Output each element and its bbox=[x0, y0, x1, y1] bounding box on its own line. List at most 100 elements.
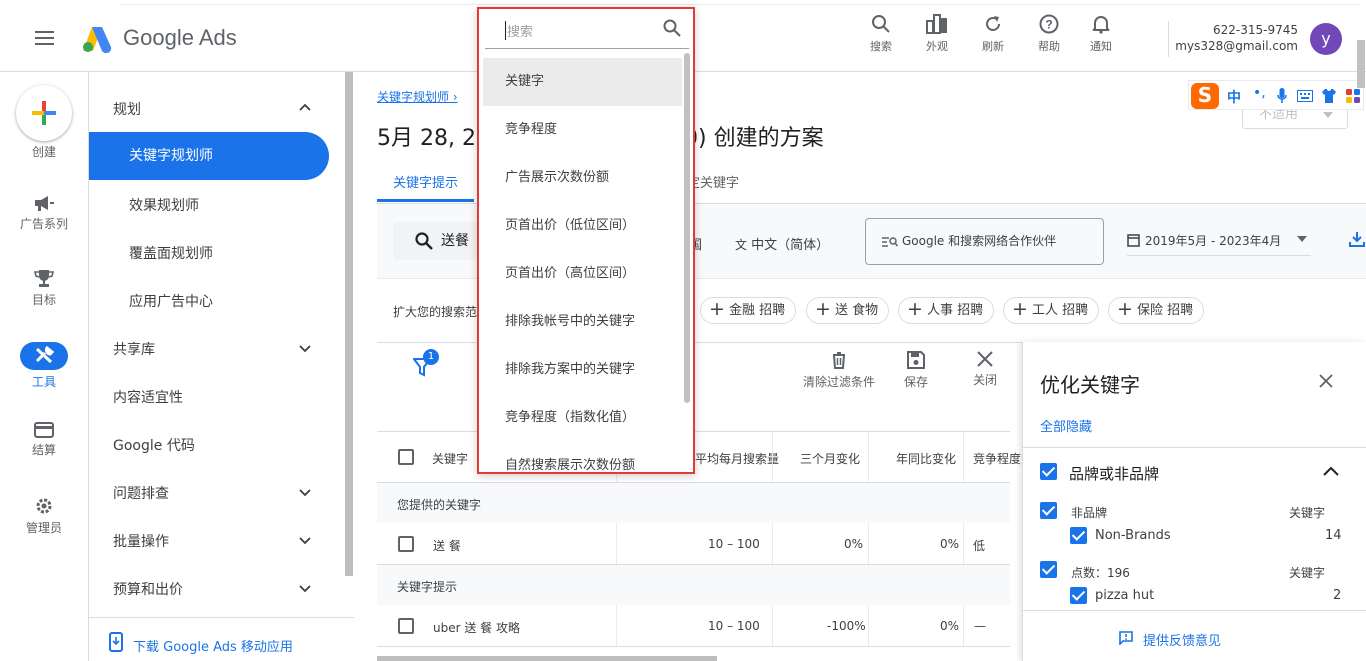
rail-billing[interactable]: 结算 bbox=[0, 422, 88, 458]
dropdown-item[interactable]: 页首出价（低位区间） bbox=[483, 202, 682, 250]
dropdown-item[interactable]: 广告展示次数份额 bbox=[483, 154, 682, 202]
close-filters-button[interactable]: 关闭 bbox=[973, 351, 997, 388]
col-divider bbox=[616, 605, 617, 646]
dropdown-item[interactable]: 页首出价（高位区间） bbox=[483, 250, 682, 298]
nav-scrollbar[interactable] bbox=[345, 72, 353, 576]
avatar[interactable]: y bbox=[1310, 23, 1342, 55]
header-appearance-label: 外观 bbox=[926, 40, 948, 53]
non-brand-label: 非品牌 bbox=[1071, 506, 1108, 520]
date-range-selector[interactable]: 2019年5月 - 2023年4月 bbox=[1127, 232, 1311, 256]
keyboard-icon[interactable] bbox=[1297, 90, 1313, 102]
col-keyword[interactable]: 关键字 bbox=[432, 450, 468, 467]
download-app-link[interactable]: 下载 Google Ads 移动应用 bbox=[89, 617, 354, 661]
suggestion-chip[interactable]: 金融 招聘 bbox=[700, 297, 797, 324]
brand-section-checkbox[interactable] bbox=[1040, 463, 1057, 480]
col-divider bbox=[963, 432, 964, 482]
microphone-icon[interactable] bbox=[1277, 88, 1287, 104]
header-appearance-button[interactable]: 外观 bbox=[912, 14, 962, 54]
save-button[interactable]: 保存 bbox=[904, 351, 928, 390]
dropdown-item[interactable]: 竞争程度 bbox=[483, 106, 682, 154]
non-brands-label: Non-Brands bbox=[1095, 528, 1171, 543]
header-refresh-button[interactable]: 刷新 bbox=[968, 14, 1018, 54]
col-avg-searches[interactable]: 平均每月搜索量 bbox=[695, 450, 779, 467]
account-info[interactable]: 622-315-9745 mys328@gmail.com bbox=[1175, 22, 1298, 54]
skin-shirt-icon[interactable] bbox=[1321, 88, 1337, 104]
nav-budgets-bids[interactable]: 预算和出价 bbox=[113, 579, 183, 599]
ime-punct-icon[interactable]: •, bbox=[1253, 85, 1266, 101]
chevron-up-icon[interactable] bbox=[299, 102, 311, 114]
suggestion-chip[interactable]: 工人 招聘 bbox=[1003, 297, 1100, 324]
table-row[interactable]: 送 餐 10 – 100 0% 0% 低 bbox=[377, 523, 1010, 565]
select-all-checkbox[interactable] bbox=[398, 449, 414, 465]
dropdown-item[interactable]: 排除我帐号中的关键字 bbox=[483, 298, 682, 346]
col-yoy[interactable]: 年同比变化 bbox=[896, 450, 956, 467]
dropdown-search-input[interactable]: 搜索 bbox=[485, 9, 689, 49]
nav-planning[interactable]: 规划 bbox=[113, 99, 141, 119]
clear-filters-button[interactable]: 清除过滤条件 bbox=[803, 351, 875, 390]
dropdown-arrow-icon bbox=[1323, 112, 1333, 118]
feedback-link[interactable]: 提供反馈意见 bbox=[1119, 630, 1221, 649]
chevron-down-icon[interactable] bbox=[299, 342, 311, 354]
nav-content-suitability[interactable]: 内容适宜性 bbox=[113, 387, 183, 407]
suggestion-chip[interactable]: 人事 招聘 bbox=[898, 297, 995, 324]
row-checkbox[interactable] bbox=[398, 618, 414, 634]
apps-grid-icon[interactable] bbox=[1345, 88, 1361, 104]
rail-admin[interactable]: 管理员 bbox=[0, 496, 88, 536]
create-button[interactable] bbox=[16, 85, 72, 141]
hide-all-link[interactable]: 全部隐藏 bbox=[1040, 416, 1092, 435]
feedback-icon bbox=[1119, 631, 1133, 645]
dropdown-item[interactable]: 关键字 bbox=[483, 58, 682, 106]
rail-tools[interactable]: 工具 bbox=[0, 342, 88, 390]
points-checkbox[interactable] bbox=[1040, 561, 1057, 578]
rail-campaigns[interactable]: 广告系列 bbox=[0, 194, 88, 232]
row-checkbox[interactable] bbox=[398, 536, 414, 552]
search-icon bbox=[663, 19, 681, 37]
nav-troubleshooting[interactable]: 问题排查 bbox=[113, 483, 169, 503]
rail-goals[interactable]: 目标 bbox=[0, 268, 88, 308]
tab-keyword-ideas[interactable]: 关键字提示 bbox=[377, 172, 475, 202]
menu-icon[interactable] bbox=[35, 31, 54, 45]
chevron-up-icon[interactable] bbox=[1323, 466, 1339, 476]
col-competition[interactable]: 竞争程度 bbox=[973, 450, 1021, 467]
ime-toolbar[interactable]: S 中 •, bbox=[1188, 80, 1364, 110]
breadcrumb[interactable]: 关键字规划师 › bbox=[377, 88, 458, 105]
nav-shared-library[interactable]: 共享库 bbox=[113, 339, 155, 359]
table-horizontal-scrollbar[interactable] bbox=[377, 656, 717, 661]
side-nav: 规划 关键字规划师 效果规划师 覆盖面规划师 应用广告中心 共享库 内容适宜性 … bbox=[89, 72, 354, 661]
header-notifications-button[interactable]: 通知 bbox=[1076, 14, 1126, 54]
close-icon[interactable] bbox=[1319, 374, 1333, 388]
nav-app-center[interactable]: 应用广告中心 bbox=[129, 291, 213, 311]
non-brands-checkbox[interactable] bbox=[1070, 527, 1087, 544]
download-icon[interactable] bbox=[1349, 231, 1365, 247]
panel-divider bbox=[1023, 610, 1366, 611]
col-three-month[interactable]: 三个月变化 bbox=[800, 450, 860, 467]
dropdown-scrollbar[interactable] bbox=[684, 53, 690, 403]
header-search-button[interactable]: 搜索 bbox=[856, 14, 906, 54]
dropdown-item[interactable]: 自然搜索展示次数份额 bbox=[483, 442, 682, 472]
header-divider bbox=[1168, 21, 1169, 57]
nav-keyword-planner[interactable]: 关键字规划师 bbox=[89, 132, 329, 180]
suggestion-chip[interactable]: 送 食物 bbox=[806, 297, 890, 324]
language-selector[interactable]: 文 中文（简体） bbox=[735, 234, 829, 253]
date-range-label: 2019年5月 - 2023年4月 bbox=[1145, 234, 1282, 248]
nav-performance-planner[interactable]: 效果规划师 bbox=[129, 195, 199, 215]
col-divider bbox=[772, 523, 773, 564]
col-divider bbox=[772, 605, 773, 646]
page-scrollbar[interactable] bbox=[1357, 40, 1365, 88]
bell-icon bbox=[1092, 16, 1110, 34]
nav-reach-planner[interactable]: 覆盖面规划师 bbox=[129, 243, 213, 263]
chevron-down-icon[interactable] bbox=[299, 582, 311, 594]
table-row[interactable]: uber 送 餐 攻略 10 – 100 -100% 0% — bbox=[377, 605, 1010, 647]
chevron-down-icon[interactable] bbox=[299, 486, 311, 498]
ime-mode-label[interactable]: 中 bbox=[1227, 87, 1241, 107]
pizza-checkbox[interactable] bbox=[1070, 587, 1087, 604]
dropdown-item[interactable]: 排除我方案中的关键字 bbox=[483, 346, 682, 394]
suggestion-chip[interactable]: 保险 招聘 bbox=[1108, 297, 1205, 324]
chevron-down-icon[interactable] bbox=[299, 534, 311, 546]
nav-google-tag[interactable]: Google 代码 bbox=[113, 435, 195, 455]
header-help-button[interactable]: ? 帮助 bbox=[1024, 14, 1074, 54]
non-brand-checkbox[interactable] bbox=[1040, 502, 1057, 519]
nav-bulk-actions[interactable]: 批量操作 bbox=[113, 531, 169, 551]
dropdown-item[interactable]: 竞争程度（指数化值） bbox=[483, 394, 682, 442]
network-selector[interactable]: Google 和搜索网络合作伙伴 bbox=[865, 218, 1104, 265]
